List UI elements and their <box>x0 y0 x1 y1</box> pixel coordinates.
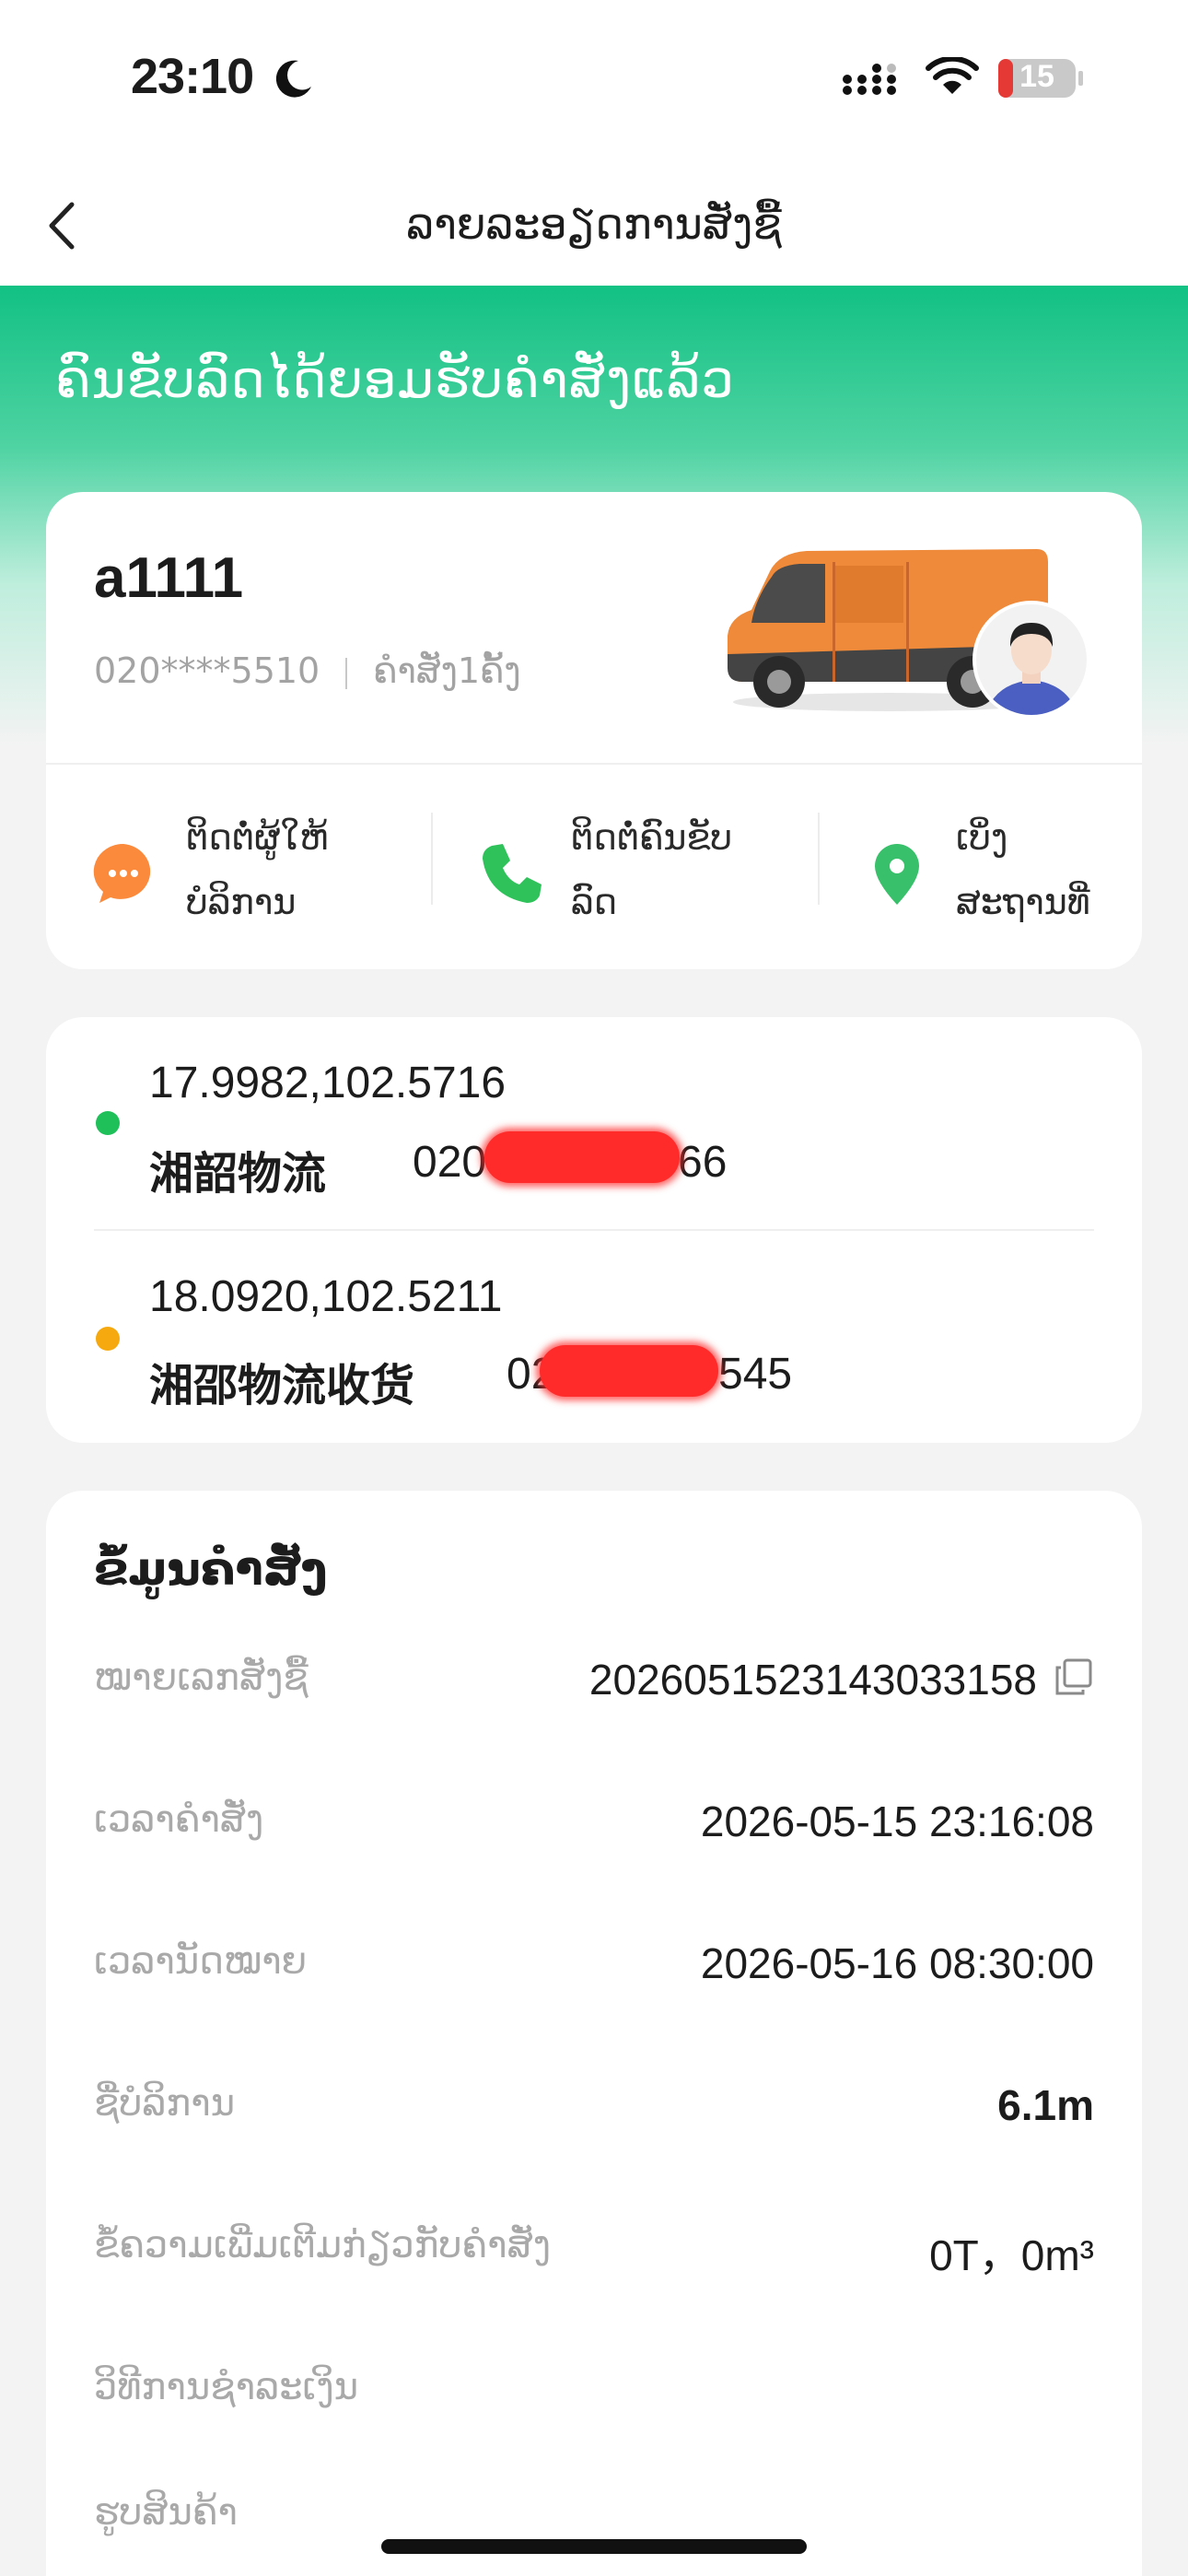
driver-order-count: ຄໍາສັ່ງ1ຄັ້ງ <box>373 650 521 691</box>
contact-service-button[interactable]: ຕິດຕໍ່ຜູ້ໃຫ້ ບໍລິການ <box>46 765 387 969</box>
order-time-row: ເວລາຄໍາສັ່ງ 2026-05-15 23:16:08 <box>94 1782 1094 1865</box>
driver-avatar <box>973 601 1090 719</box>
moon-icon <box>275 60 311 98</box>
view-location-label-line1: ເບິ່ງ <box>956 817 1008 858</box>
order-info-card: ຂໍ້ມູນຄໍາສັ່ງ ໝາຍເລກສັ່ງຊື້ 202605152314… <box>46 1491 1142 2576</box>
appointment-time-row: ເວລານັດໝາຍ 2026-05-16 08:30:00 <box>94 1924 1094 2007</box>
order-time-label: ເວລາຄໍາສັ່ງ <box>94 1798 264 1841</box>
order-notes-label: ຂໍ້ຄວາມເພີ່ມເຕີມກ່ຽວກັບຄໍາສັ່ງ <box>94 2224 551 2266</box>
driver-meta: 020****5510 ຄໍາສັ່ງ1ຄັ້ງ <box>94 650 521 691</box>
action-divider <box>431 813 433 905</box>
pickup-contact-name: 湘韶物流 <box>149 1148 327 1200</box>
appointment-time-label: ເວລານັດໝາຍ <box>94 1940 308 1983</box>
redaction-mark <box>540 1345 718 1397</box>
phone-icon <box>483 844 542 903</box>
home-indicator <box>381 2539 807 2554</box>
order-status-headline: ຄົນຂັບລົດໄດ້ຍອມຮັບຄໍາສັ່ງແລ້ວ <box>55 350 735 410</box>
navigation-bar: ລາຍລະອຽດການສັ່ງຊື້ <box>0 166 1188 286</box>
cellular-signal-icon <box>843 64 896 95</box>
status-time: 23:10 <box>131 49 254 104</box>
driver-name: a1111 <box>94 546 244 610</box>
dropoff-dot <box>96 1327 120 1351</box>
order-notes-row: ຂໍ້ຄວາມເພີ່ມເຕີມກ່ຽວກັບຄໍາສັ່ງ 0T，0m³ <box>94 2207 1094 2290</box>
order-number-value: 2026051523143033158 <box>588 1656 1037 1704</box>
avatar-person-icon <box>976 604 1087 715</box>
order-number-label: ໝາຍເລກສັ່ງຊື້ <box>94 1657 309 1699</box>
route-divider <box>94 1229 1094 1231</box>
route-card: 17.9982,102.5716 湘韶物流 020 66 18.0920,102… <box>46 1017 1142 1443</box>
payment-method-label: ວິທີການຊໍາລະເງິນ <box>94 2366 359 2408</box>
battery-level: 15 <box>1019 59 1054 94</box>
meta-separator <box>345 657 348 689</box>
contact-driver-button[interactable]: ຕິດຕໍ່ຄົນຂັບ ລົດ <box>451 765 801 969</box>
goods-photo-label: ຮູບສິນຄ້າ <box>94 2491 238 2534</box>
order-info-title: ຂໍ້ມູນຄໍາສັ່ງ <box>94 1542 328 1596</box>
driver-card: a1111 020****5510 ຄໍາສັ່ງ1ຄັ້ງ ຕິດຕໍ່ຜູ້… <box>46 492 1142 969</box>
page-title: ລາຍລະອຽດການສັ່ງຊື້ <box>406 199 782 249</box>
copy-icon[interactable] <box>1054 1657 1094 1697</box>
view-location-label-line2: ສະຖານທີ່ <box>956 882 1090 922</box>
dropoff-phone-suffix: 545 <box>718 1350 793 1399</box>
contact-driver-label-line1: ຕິດຕໍ່ຄົນຂັບ <box>571 817 733 858</box>
action-row: ຕິດຕໍ່ຜູ້ໃຫ້ ບໍລິການ ຕິດຕໍ່ຄົນຂັບ ລົດ ເບ… <box>46 765 1142 969</box>
status-bar: 23:10 15 <box>0 0 1188 166</box>
order-number-row: ໝາຍເລກສັ່ງຊື້ 2026051523143033158 <box>94 1640 1094 1723</box>
order-time-value: 2026-05-15 23:16:08 <box>700 1797 1094 1845</box>
service-name-label: ຊື່ບໍລິການ <box>94 2082 236 2125</box>
service-name-value: 6.1m <box>997 2081 1094 2129</box>
wifi-icon <box>926 57 979 94</box>
location-pin-icon <box>875 844 919 905</box>
view-location-label: ເບິ່ງ ສະຖານທີ່ <box>956 805 1186 934</box>
dropoff-contact-name: 湘邵物流收货 <box>149 1360 415 1411</box>
pickup-coordinates: 17.9982,102.5716 <box>149 1059 507 1107</box>
contact-service-label: ຕິດຕໍ່ຜູ້ໃຫ້ ບໍລິການ <box>186 805 416 934</box>
contact-driver-label: ຕິດຕໍ່ຄົນຂັບ ລົດ <box>571 805 801 934</box>
service-name-row: ຊື່ບໍລິການ 6.1m <box>94 2066 1094 2149</box>
chat-icon <box>93 843 151 903</box>
contact-driver-label-line2: ລົດ <box>571 882 618 922</box>
appointment-time-value: 2026-05-16 08:30:00 <box>700 1939 1094 1987</box>
contact-service-label-line2: ບໍລິການ <box>186 882 297 922</box>
order-notes-value: 0T，0m³ <box>929 2231 1094 2279</box>
pickup-phone-prefix: 020 <box>413 1138 487 1187</box>
view-location-button[interactable]: ເບິ່ງ ສະຖານທີ່ <box>838 765 1142 969</box>
dropoff-coordinates: 18.0920,102.5211 <box>149 1272 503 1321</box>
action-divider <box>818 813 820 905</box>
pickup-dot <box>96 1111 120 1135</box>
contact-service-label-line1: ຕິດຕໍ່ຜູ້ໃຫ້ <box>186 817 329 858</box>
redaction-mark <box>484 1131 680 1183</box>
pickup-phone-suffix: 66 <box>678 1138 728 1187</box>
driver-phone: 020****5510 <box>94 650 320 691</box>
payment-method-row: ວິທີການຊໍາລະເງິນ <box>94 2349 1094 2432</box>
